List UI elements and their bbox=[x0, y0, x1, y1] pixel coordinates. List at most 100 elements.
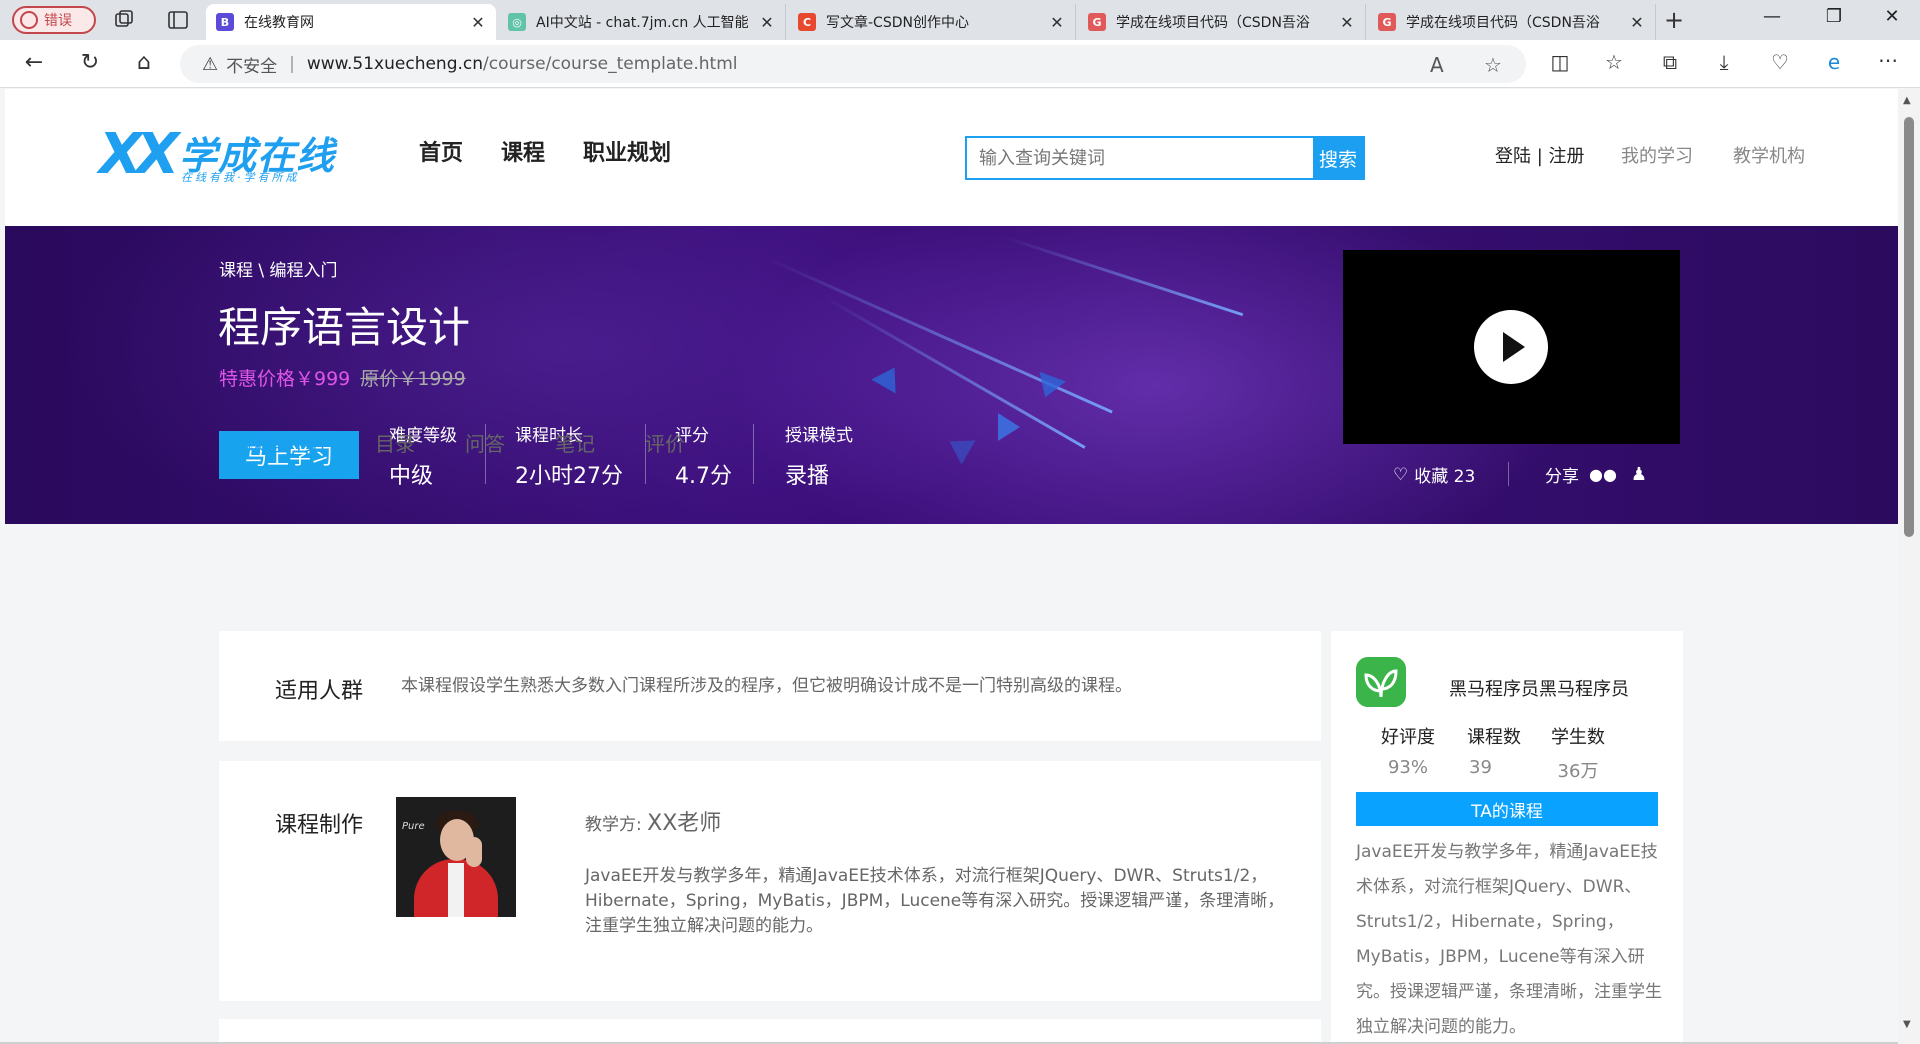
meta-label: 授课模式 bbox=[785, 426, 853, 446]
favorite-button[interactable]: ♡ 收藏 23 bbox=[1393, 462, 1475, 488]
nav-courses[interactable]: 课程 bbox=[501, 135, 545, 167]
tab-xuecheng-code-1[interactable]: G 学成在线项目代码（CSDN吾浴 ✕ bbox=[1078, 4, 1366, 40]
logo-mark-icon: XX bbox=[99, 122, 179, 187]
url-path: /course/course_template.html bbox=[483, 54, 738, 74]
tab-title: 写文章-CSDN创作中心 bbox=[826, 15, 969, 31]
scrollbar-thumb[interactable] bbox=[1904, 117, 1914, 537]
decor-shard bbox=[998, 413, 1020, 441]
main-nav: 首页 课程 职业规划 bbox=[419, 135, 671, 167]
profile-error-badge[interactable]: 错误 bbox=[12, 6, 96, 34]
breadcrumb: 课程 \ 编程入门 bbox=[219, 261, 338, 281]
audience-title: 适用人群 bbox=[275, 679, 364, 704]
institution-link[interactable]: 教学机构 bbox=[1733, 142, 1805, 168]
tab-title: 在线教育网 bbox=[244, 15, 314, 31]
more-menu-icon[interactable]: ⋯ bbox=[1874, 48, 1902, 72]
stat-label: 学生数 bbox=[1551, 727, 1605, 748]
site-header: XX 学成在线 在线有我·学有所成 首页 课程 职业规划 搜索 登陆 | 注册 … bbox=[5, 89, 1898, 226]
decor-shard bbox=[871, 360, 907, 394]
audience-card: 适用人群 本课程假设学生熟悉大多数入门课程所涉及的程序，但它被明确设计成不是一门… bbox=[219, 631, 1321, 741]
play-icon[interactable] bbox=[1474, 310, 1548, 384]
wechat-icon[interactable]: ●● bbox=[1589, 465, 1617, 484]
video-preview[interactable] bbox=[1343, 250, 1680, 444]
stat-label: 好评度 bbox=[1381, 727, 1435, 748]
minimize-icon[interactable]: — bbox=[1752, 6, 1792, 27]
my-learning-link[interactable]: 我的学习 bbox=[1621, 142, 1693, 168]
search-box: 搜索 bbox=[965, 136, 1365, 180]
original-price: 原价￥1999 bbox=[360, 368, 466, 390]
photo-hand bbox=[466, 837, 482, 867]
close-icon[interactable]: ✕ bbox=[759, 13, 775, 32]
profile-avatar-icon bbox=[20, 11, 38, 29]
teacher-line: 教学方: XX老师 bbox=[585, 805, 721, 837]
tab-csdn-write[interactable]: C 写文章-CSDN创作中心 ✕ bbox=[788, 4, 1076, 40]
close-icon[interactable]: ✕ bbox=[470, 13, 486, 32]
url-host: www.51xuecheng.cn bbox=[306, 54, 484, 74]
tab-intro[interactable]: 课程介绍 bbox=[245, 428, 325, 457]
back-icon[interactable]: ← bbox=[20, 50, 48, 75]
meta-divider bbox=[753, 424, 754, 484]
browser-tab-bar: 错误 B 在线教育网 ✕ ◎ AI中文站 - chat.7jm.cn 人工智能 … bbox=[0, 0, 1920, 40]
close-icon[interactable]: ✕ bbox=[1339, 13, 1355, 32]
restore-icon[interactable]: ❐ bbox=[1814, 6, 1854, 27]
tab-qa[interactable]: 问答 bbox=[465, 428, 505, 457]
browser-essentials-icon[interactable]: ♡ bbox=[1766, 50, 1794, 74]
window-close-icon[interactable]: ✕ bbox=[1872, 6, 1912, 27]
decor-streak bbox=[1004, 236, 1244, 317]
stat-value: 36万 bbox=[1557, 761, 1599, 782]
production-card: 课程制作 教学方: XX老师 JavaEE开发与教学多年，精通JavaEE技术体… bbox=[219, 761, 1321, 1001]
tab-xuecheng-code-2[interactable]: G 学成在线项目代码（CSDN吾浴 ✕ bbox=[1368, 4, 1656, 40]
edge-icon[interactable]: e bbox=[1820, 50, 1848, 74]
site-logo[interactable]: XX 学成在线 在线有我·学有所成 bbox=[99, 125, 351, 185]
home-icon[interactable]: ⌂ bbox=[130, 50, 158, 75]
course-price: 特惠价格￥999 原价￥1999 bbox=[219, 364, 466, 391]
address-separator: | bbox=[289, 54, 295, 74]
new-tab-icon[interactable]: + bbox=[1664, 6, 1684, 34]
error-label: 错误 bbox=[44, 13, 72, 29]
tab-title: 学成在线项目代码（CSDN吾浴 bbox=[1406, 15, 1600, 31]
downloads-icon[interactable]: ⤓ bbox=[1710, 50, 1738, 74]
next-card bbox=[219, 1019, 1321, 1044]
close-icon[interactable]: ✕ bbox=[1049, 13, 1065, 32]
refresh-icon[interactable]: ↻ bbox=[76, 50, 104, 75]
split-screen-icon[interactable]: ◫ bbox=[1546, 50, 1574, 74]
teacher-bio: JavaEE开发与教学多年，精通JavaEE技术体系，对流行框架JQuery、D… bbox=[585, 866, 1285, 936]
scroll-up-icon[interactable]: ▲ bbox=[1903, 95, 1911, 106]
teacher-name: XX老师 bbox=[647, 811, 722, 836]
tab-favicon-icon: B bbox=[216, 13, 234, 31]
stat-value: 39 bbox=[1469, 757, 1492, 778]
scroll-down-icon[interactable]: ▼ bbox=[1903, 1019, 1911, 1030]
read-aloud-icon[interactable]: A bbox=[1430, 53, 1444, 77]
decor-streak bbox=[824, 296, 1086, 449]
org-name: 黑马程序员黑马程序员 bbox=[1449, 679, 1629, 700]
favorite-star-icon[interactable]: ☆ bbox=[1484, 53, 1502, 77]
tab-online-education[interactable]: B 在线教育网 ✕ bbox=[206, 4, 496, 40]
tab-catalog[interactable]: 目录 bbox=[375, 428, 415, 457]
page-scrollbar[interactable]: ▲ ▼ bbox=[1898, 89, 1920, 1044]
course-banner: 课程 \ 编程入门 程序语言设计 特惠价格￥999 原价￥1999 马上学习 难… bbox=[5, 226, 1898, 524]
meta-value: 4.7分 bbox=[675, 464, 732, 489]
nav-career[interactable]: 职业规划 bbox=[583, 135, 671, 167]
close-icon[interactable]: ✕ bbox=[1629, 13, 1645, 32]
ta-courses-button[interactable]: TA的课程 bbox=[1356, 792, 1658, 826]
tab-notes[interactable]: 笔记 bbox=[555, 428, 595, 457]
meta-value: 2小时27分 bbox=[515, 464, 623, 489]
audience-text: 本课程假设学生熟悉大多数入门课程所涉及的程序，但它被明确设计成不是一门特别高级的… bbox=[401, 676, 1132, 696]
login-register-link[interactable]: 登陆 | 注册 bbox=[1495, 142, 1585, 168]
address-bar[interactable]: ⚠ 不安全 | www.51xuecheng.cn /course/course… bbox=[180, 45, 1526, 83]
stat-rating: 好评度 93% bbox=[1381, 723, 1435, 778]
search-button[interactable]: 搜索 bbox=[1313, 138, 1363, 178]
tab-ai-chat[interactable]: ◎ AI中文站 - chat.7jm.cn 人工智能 ✕ bbox=[498, 4, 786, 40]
collections-icon[interactable]: ⧉ bbox=[1656, 50, 1684, 74]
search-input[interactable] bbox=[967, 138, 1313, 178]
tab-title: AI中文站 - chat.7jm.cn 人工智能 bbox=[536, 15, 749, 31]
nav-home[interactable]: 首页 bbox=[419, 135, 463, 167]
warning-icon: ⚠ bbox=[202, 53, 219, 75]
qq-icon[interactable]: ♟ bbox=[1631, 464, 1647, 485]
share-label[interactable]: 分享 bbox=[1545, 462, 1579, 487]
tab-reviews[interactable]: 评价 bbox=[645, 428, 685, 457]
workspaces-icon[interactable] bbox=[112, 8, 136, 32]
tab-actions-icon[interactable] bbox=[166, 8, 190, 32]
stat-value: 93% bbox=[1387, 757, 1428, 778]
favorites-icon[interactable]: ☆ bbox=[1600, 50, 1628, 74]
tab-favicon-icon: C bbox=[798, 13, 816, 31]
